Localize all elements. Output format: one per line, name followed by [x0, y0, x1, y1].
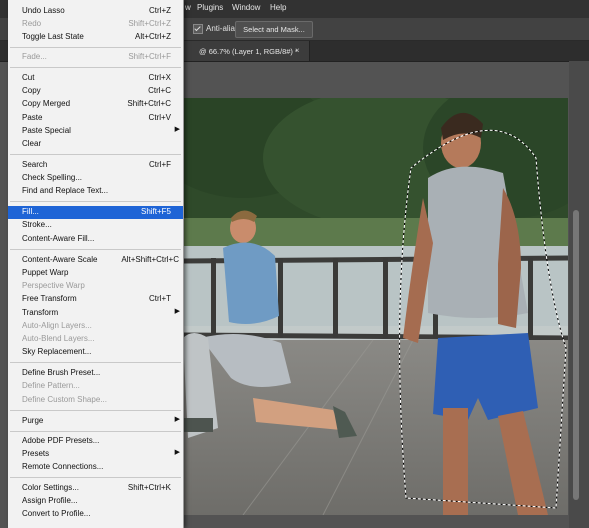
- edit-menu-dropdown: Undo Lasso Ctrl+Z Redo Shift+Ctrl+Z Toggle…: [8, 0, 184, 528]
- menu-separator: [10, 410, 181, 411]
- menu-item-redo[interactable]: Redo Shift+Ctrl+Z: [8, 18, 183, 31]
- menu-item-free-transform[interactable]: Free Transform Ctrl+T: [8, 293, 183, 306]
- menu-item-define-custom-shape[interactable]: Define Custom Shape...: [8, 394, 183, 407]
- document-tab-title: @ 66.7% (Layer 1, RGB/8#) *: [199, 47, 298, 56]
- menu-item-puppet-warp[interactable]: Puppet Warp: [8, 267, 183, 280]
- menu-item-stroke[interactable]: Stroke...: [8, 219, 183, 232]
- submenu-arrow-icon: ▶: [174, 416, 180, 423]
- menu-item-paste[interactable]: Paste Ctrl+V: [8, 112, 183, 125]
- menu-item-define-pattern[interactable]: Define Pattern...: [8, 380, 183, 393]
- menu-separator: [10, 47, 181, 48]
- submenu-arrow-icon: ▶: [174, 126, 180, 133]
- menu-item-copy[interactable]: Copy Ctrl+C: [8, 85, 183, 98]
- select-and-mask-button[interactable]: Select and Mask...: [235, 21, 313, 38]
- menu-item-auto-blend-layers[interactable]: Auto-Blend Layers...: [8, 333, 183, 346]
- menu-separator: [10, 477, 181, 478]
- menu-view[interactable]: w: [185, 3, 191, 12]
- scrollbar-thumb[interactable]: [573, 210, 579, 500]
- menu-item-auto-align-layers[interactable]: Auto-Align Layers...: [8, 320, 183, 333]
- menu-item-clear[interactable]: Clear: [8, 138, 183, 151]
- menu-item-cut[interactable]: Cut Ctrl+X: [8, 72, 183, 85]
- menu-item-assign-profile[interactable]: Assign Profile...: [8, 495, 183, 508]
- menu-item-fade[interactable]: Fade... Shift+Ctrl+F: [8, 51, 183, 64]
- menu-separator: [10, 362, 181, 363]
- menu-separator: [10, 431, 181, 432]
- menu-item-transform[interactable]: Transform ▶: [8, 307, 183, 320]
- submenu-arrow-icon: ▶: [174, 449, 180, 456]
- menu-separator: [10, 201, 181, 202]
- canvas-image: [183, 98, 568, 515]
- menu-window[interactable]: Window: [232, 3, 260, 12]
- menu-item-presets[interactable]: Presets ▶: [8, 448, 183, 461]
- menu-item-adobe-pdf-presets[interactable]: Adobe PDF Presets...: [8, 435, 183, 448]
- menu-plugins[interactable]: Plugins: [197, 3, 223, 12]
- close-icon[interactable]: ×: [295, 46, 300, 55]
- menu-item-content-aware-scale[interactable]: Content-Aware Scale Alt+Shift+Ctrl+C: [8, 254, 183, 267]
- menu-item-copy-merged[interactable]: Copy Merged Shift+Ctrl+C: [8, 98, 183, 111]
- menu-item-find-replace[interactable]: Find and Replace Text...: [8, 185, 183, 198]
- menu-item-check-spelling[interactable]: Check Spelling...: [8, 172, 183, 185]
- menu-item-undo-lasso[interactable]: Undo Lasso Ctrl+Z: [8, 5, 183, 18]
- menu-item-content-aware-fill[interactable]: Content-Aware Fill...: [8, 233, 183, 246]
- menu-item-remote-connections[interactable]: Remote Connections...: [8, 461, 183, 474]
- document-canvas[interactable]: [183, 98, 568, 515]
- menu-item-define-brush-preset[interactable]: Define Brush Preset...: [8, 367, 183, 380]
- menu-item-toggle-last-state[interactable]: Toggle Last State Alt+Ctrl+Z: [8, 31, 183, 44]
- menu-item-search[interactable]: Search Ctrl+F: [8, 159, 183, 172]
- anti-alias-checkbox[interactable]: [193, 24, 203, 34]
- menu-item-color-settings[interactable]: Color Settings... Shift+Ctrl+K: [8, 482, 183, 495]
- menu-item-sky-replacement[interactable]: Sky Replacement...: [8, 346, 183, 359]
- vertical-scrollbar[interactable]: [569, 61, 589, 528]
- anti-alias-label: Anti-alias: [206, 24, 239, 33]
- menu-separator: [10, 154, 181, 155]
- menu-separator: [10, 67, 181, 68]
- menu-item-fill[interactable]: Fill... Shift+F5: [8, 206, 183, 219]
- menu-item-perspective-warp[interactable]: Perspective Warp: [8, 280, 183, 293]
- document-tab[interactable]: @ 66.7% (Layer 1, RGB/8#) * ×: [183, 41, 310, 61]
- menu-help[interactable]: Help: [270, 3, 286, 12]
- menu-separator: [10, 249, 181, 250]
- menu-item-paste-special[interactable]: Paste Special ▶: [8, 125, 183, 138]
- menu-item-convert-to-profile[interactable]: Convert to Profile...: [8, 508, 183, 521]
- menu-item-purge[interactable]: Purge ▶: [8, 415, 183, 428]
- submenu-arrow-icon: ▶: [174, 308, 180, 315]
